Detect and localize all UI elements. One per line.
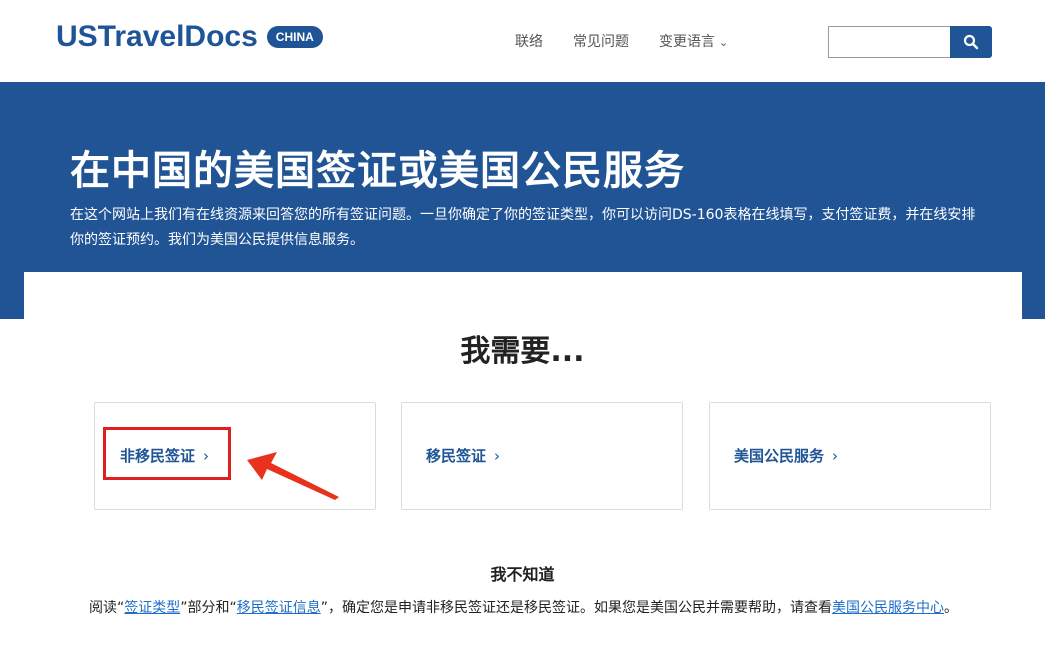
highlight-box-annotation [103, 427, 231, 480]
dont-know-text: 阅读“签证类型”部分和“移民签证信息”，确定您是申请非移民签证还是移民签证。如果… [56, 597, 991, 619]
need-heading: 我需要... [460, 334, 585, 369]
nav-contact[interactable]: 联络 [515, 31, 543, 51]
option-text: 移民签证 [426, 447, 487, 465]
hero-description: 在这个网站上我们有在线资源来回答您的所有签证问题。一旦你确定了你的签证类型，你可… [70, 207, 976, 248]
citizen-services-center-link[interactable]: 美国公民服务中心 [832, 600, 944, 616]
chevron-right-icon: › [494, 447, 501, 465]
logo-badge: CHINA [266, 26, 323, 48]
immigrant-visa-info-link[interactable]: 移民签证信息 [237, 600, 321, 616]
option-label-citizen[interactable]: 美国公民服务 › [734, 445, 838, 466]
text-segment: 阅读“ [88, 600, 125, 616]
logo-text: USTravelDocs [56, 20, 258, 53]
option-citizen-services[interactable]: 美国公民服务 › [709, 402, 991, 510]
chevron-down-icon: ⌄ [719, 36, 729, 49]
nav-language[interactable]: 变更语言 ⌄ [659, 31, 728, 51]
search-bar [828, 26, 992, 58]
site-header: USTravelDocs CHINA 联络 常见问题 变更语言 ⌄ [0, 0, 1045, 82]
search-button[interactable] [950, 26, 992, 58]
visa-types-link[interactable]: 签证类型 [124, 600, 180, 616]
site-logo[interactable]: USTravelDocs CHINA [56, 20, 323, 54]
option-immigrant-visa[interactable]: 移民签证 › [401, 402, 683, 510]
text-segment: ”部分和“ [180, 600, 237, 616]
dont-know-heading: 我不知道 [490, 565, 555, 584]
option-label-immigrant[interactable]: 移民签证 › [426, 445, 500, 466]
nav-language-label: 变更语言 [659, 34, 715, 50]
option-text: 美国公民服务 [734, 447, 825, 465]
chevron-right-icon: › [832, 447, 839, 465]
hero-title: 在中国的美国签证或美国公民服务 [70, 148, 685, 194]
red-arrow-annotation [247, 452, 339, 500]
text-segment: ”，确定您是申请非移民签证还是移民签证。如果您是美国公民并需要帮助，请查看 [320, 600, 833, 616]
search-icon [963, 34, 979, 50]
top-nav: 联络 常见问题 变更语言 ⌄ [515, 31, 758, 51]
nav-faq[interactable]: 常见问题 [573, 31, 629, 51]
search-input[interactable] [828, 26, 952, 58]
text-segment: 。 [944, 600, 959, 616]
